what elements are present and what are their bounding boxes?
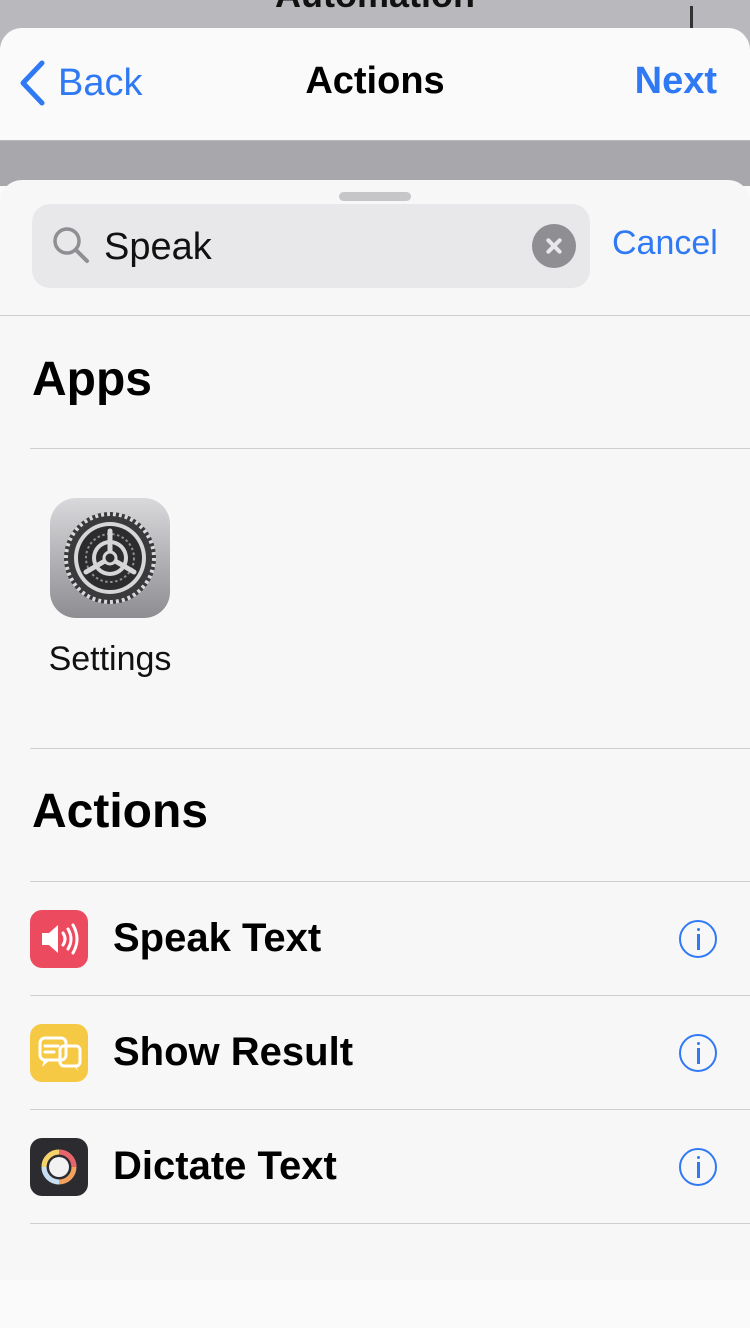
divider <box>30 448 750 449</box>
speaker-icon <box>30 910 88 968</box>
search-icon <box>53 227 89 263</box>
search-field[interactable] <box>32 204 590 288</box>
sheet-grabber[interactable] <box>339 192 411 201</box>
search-sheet: Cancel Apps Settings Acti <box>0 180 750 1280</box>
divider <box>30 748 750 749</box>
divider <box>30 1223 750 1224</box>
background-title: Automation <box>0 0 750 16</box>
action-row-dictate-text[interactable]: Dictate Text <box>0 1110 750 1223</box>
divider <box>0 315 750 316</box>
action-row-show-result[interactable]: Show Result <box>0 996 750 1109</box>
add-icon <box>680 6 702 30</box>
actions-section-title: Actions <box>32 785 209 838</box>
info-icon[interactable] <box>679 1148 717 1186</box>
action-label: Dictate Text <box>113 1144 337 1188</box>
action-label: Speak Text <box>113 916 322 960</box>
navigation-bar: Back Actions Next <box>0 28 750 141</box>
dictation-icon <box>30 1138 88 1196</box>
search-input[interactable] <box>102 218 546 276</box>
settings-gear-icon <box>50 498 170 618</box>
clear-icon[interactable] <box>532 224 576 268</box>
app-item-label: Settings <box>48 640 172 678</box>
info-icon[interactable] <box>679 1034 717 1072</box>
action-label: Show Result <box>113 1030 354 1074</box>
cancel-button[interactable]: Cancel <box>612 224 718 263</box>
action-row-speak-text[interactable]: Speak Text <box>0 882 750 995</box>
apps-section-title: Apps <box>32 353 152 406</box>
app-item-settings[interactable]: Settings <box>40 498 180 688</box>
message-icon <box>30 1024 88 1082</box>
info-icon[interactable] <box>679 920 717 958</box>
next-button[interactable]: Next <box>635 60 717 103</box>
